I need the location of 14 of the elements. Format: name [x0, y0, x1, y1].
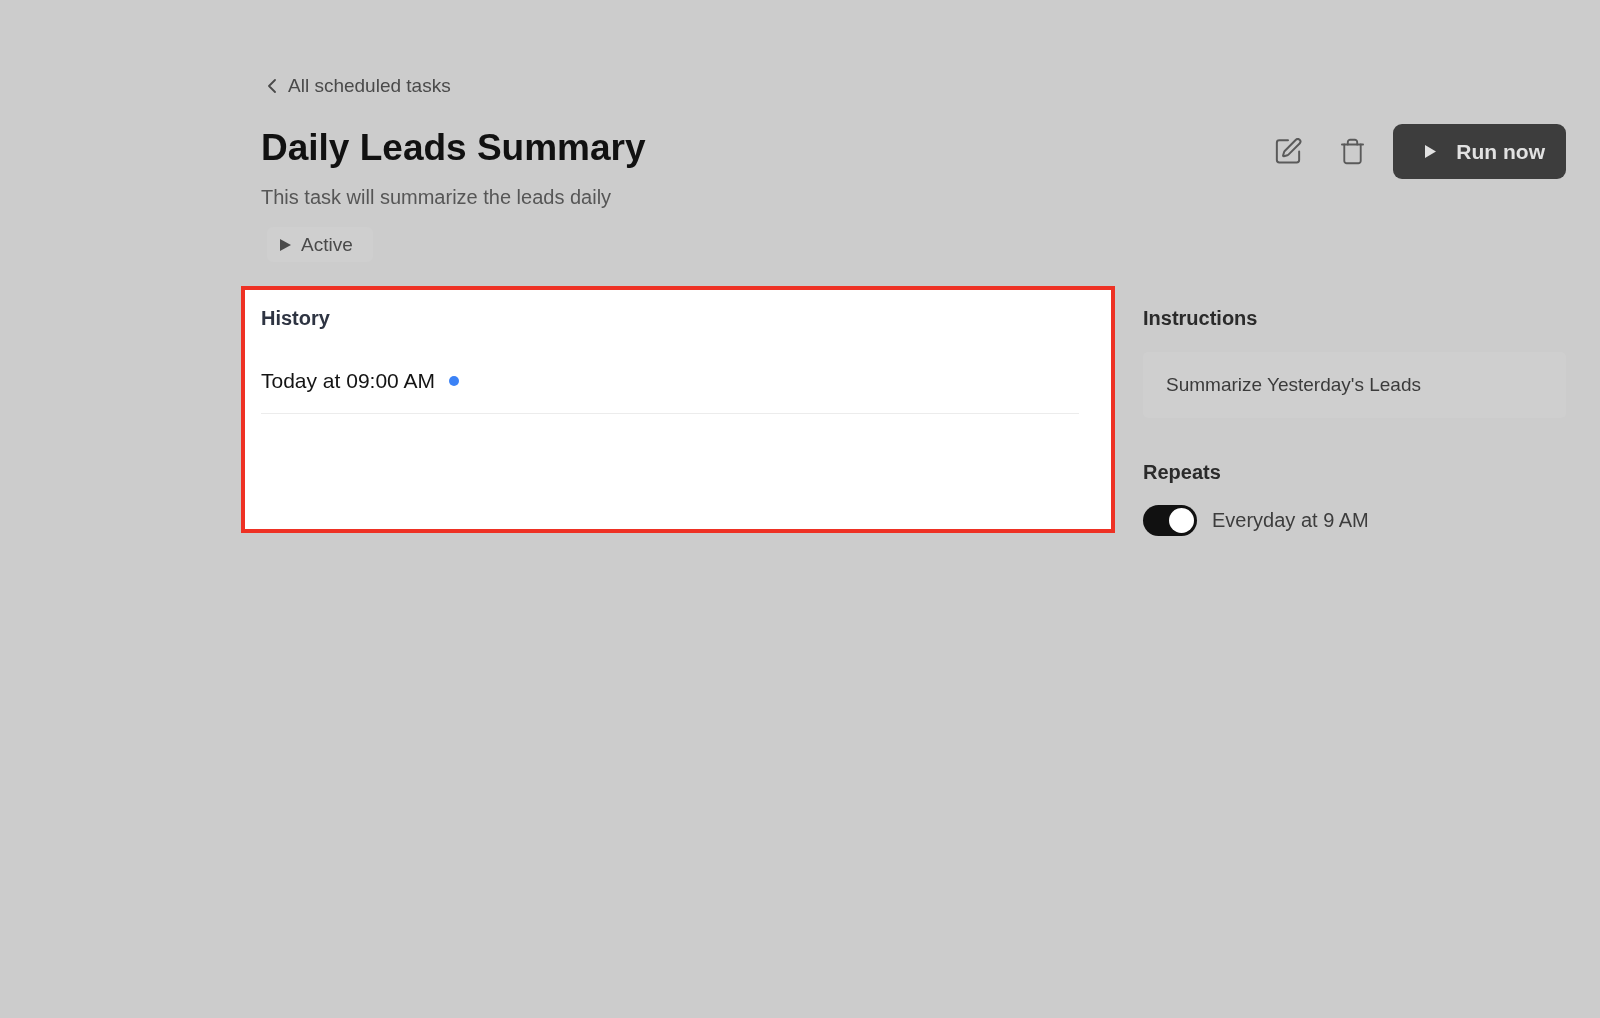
schedule-text: Everyday at 9 AM [1212, 509, 1369, 532]
task-description: This task will summarize the leads daily [261, 185, 612, 210]
chevron-left-icon [268, 79, 276, 93]
instructions-heading: Instructions [1143, 306, 1259, 331]
task-title: Daily Leads Summary [261, 126, 646, 170]
back-link[interactable]: All scheduled tasks [268, 74, 451, 98]
toggle-switch[interactable] [1143, 505, 1197, 536]
pencil-square-icon [1274, 138, 1302, 165]
run-now-button[interactable]: Run now [1393, 124, 1566, 179]
run-time: Today at 09:00 AM [261, 368, 435, 394]
history-heading: History [261, 306, 331, 331]
play-icon [1425, 145, 1437, 158]
repeats-heading: Repeats [1143, 460, 1222, 485]
trash-icon [1340, 138, 1364, 165]
